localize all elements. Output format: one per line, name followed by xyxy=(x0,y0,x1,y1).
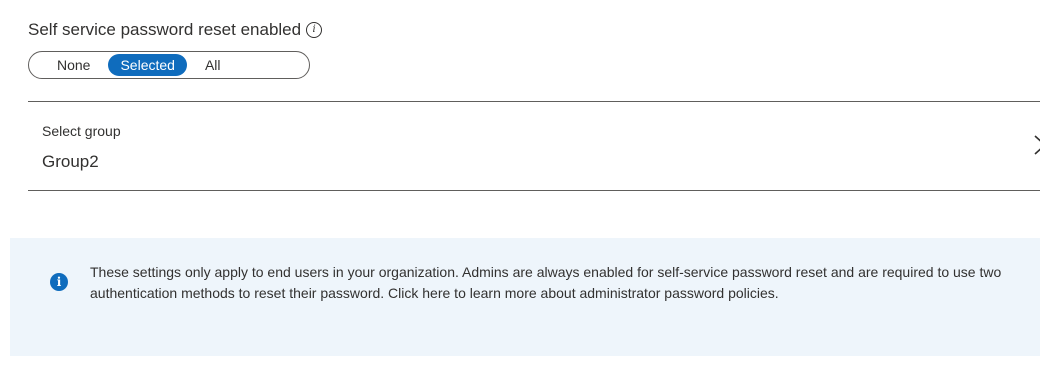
info-filled-icon: i xyxy=(50,273,68,291)
admin-notice-text[interactable]: These settings only apply to end users i… xyxy=(90,262,1030,304)
sspr-toggle-group: None Selected All xyxy=(28,51,310,79)
selected-group-value: Group2 xyxy=(42,152,99,171)
chevron-right-icon[interactable] xyxy=(1031,134,1040,156)
sspr-heading: Self service password reset enabled i xyxy=(28,20,323,40)
divider xyxy=(28,190,1040,191)
sspr-title: Self service password reset enabled xyxy=(28,20,302,39)
option-all[interactable]: All xyxy=(205,54,221,76)
option-selected[interactable]: Selected xyxy=(108,54,187,76)
select-group-row[interactable]: Select group Group2 xyxy=(28,102,1040,190)
info-icon[interactable]: i xyxy=(306,22,323,38)
admin-notice-banner: i These settings only apply to end users… xyxy=(10,238,1040,356)
select-group-label: Select group xyxy=(42,123,121,139)
option-none[interactable]: None xyxy=(57,54,90,76)
